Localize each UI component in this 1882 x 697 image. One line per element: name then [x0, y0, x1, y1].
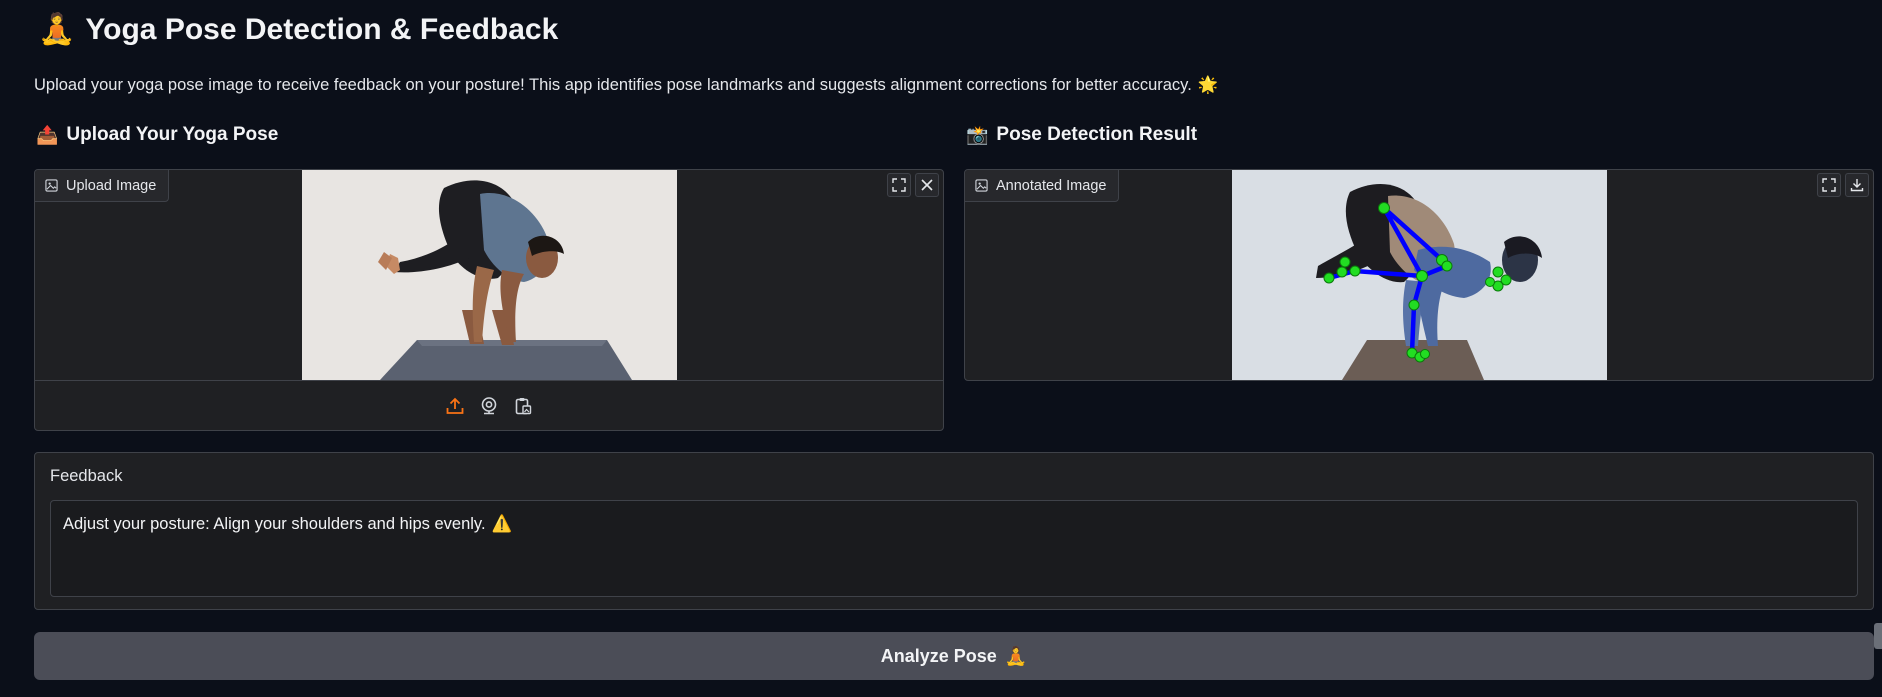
glowing-star-icon: 🌟 — [1197, 76, 1219, 94]
upload-image-panel[interactable]: Upload Image — [34, 169, 944, 431]
image-icon — [975, 179, 988, 192]
feedback-block: Feedback Adjust your posture: Align your… — [34, 452, 1874, 610]
clipboard-source-button[interactable] — [512, 395, 534, 417]
app-page: 🧘 Yoga Pose Detection & Feedback Upload … — [0, 0, 1882, 697]
clipboard-icon — [515, 397, 532, 414]
download-button[interactable] — [1845, 173, 1869, 197]
image-icon — [45, 179, 58, 192]
page-title: 🧘 Yoga Pose Detection & Feedback — [38, 12, 558, 47]
result-section-heading: 📸 Pose Detection Result — [966, 124, 1197, 146]
intro-text-body: Upload your yoga pose image to receive f… — [34, 76, 1192, 94]
annotated-image-label-text: Annotated Image — [996, 177, 1107, 194]
meditation-icon: 🧘 — [38, 13, 76, 46]
result-corner-tools — [1817, 173, 1869, 197]
upload-image-label-text: Upload Image — [66, 177, 157, 194]
upload-section-heading: 📤 Upload Your Yoga Pose — [36, 124, 278, 146]
close-icon — [921, 179, 933, 191]
annotated-image-panel: Annotated Image — [964, 169, 1874, 381]
download-icon — [1850, 179, 1864, 192]
analyze-pose-button[interactable]: Analyze Pose 🧘 — [34, 632, 1874, 680]
result-heading-text: Pose Detection Result — [996, 124, 1198, 145]
outbox-tray-icon: 📤 — [36, 124, 59, 145]
meditation-icon: 🧘 — [1004, 645, 1028, 666]
feedback-text: Adjust your posture: Align your shoulder… — [63, 515, 486, 533]
intro-text: Upload your yoga pose image to receive f… — [34, 76, 1218, 95]
analyze-pose-label: Analyze Pose — [880, 645, 997, 666]
clear-image-button[interactable] — [915, 173, 939, 197]
fullscreen-button[interactable] — [887, 173, 911, 197]
webcam-icon — [481, 396, 497, 414]
upload-heading-text: Upload Your Yoga Pose — [66, 124, 279, 145]
fullscreen-button[interactable] — [1817, 173, 1841, 197]
page-title-text: Yoga Pose Detection & Feedback — [85, 12, 559, 46]
feedback-textbox[interactable]: Adjust your posture: Align your shoulder… — [50, 500, 1858, 597]
feedback-label: Feedback — [50, 467, 123, 485]
scrollbar-thumb[interactable] — [1874, 623, 1882, 649]
upload-icon — [446, 397, 464, 414]
camera-flash-icon: 📸 — [966, 124, 989, 145]
annotated-image-label: Annotated Image — [965, 170, 1120, 202]
uploaded-image — [302, 170, 677, 380]
upload-corner-tools — [887, 173, 939, 197]
upload-source-button[interactable] — [444, 395, 466, 417]
annotated-image — [1232, 170, 1607, 380]
webcam-source-button[interactable] — [478, 395, 500, 417]
fullscreen-icon — [1822, 178, 1836, 192]
image-source-bar — [35, 380, 943, 430]
upload-image-label: Upload Image — [35, 170, 170, 202]
warning-icon: ⚠️ — [491, 515, 513, 533]
fullscreen-icon — [892, 178, 906, 192]
